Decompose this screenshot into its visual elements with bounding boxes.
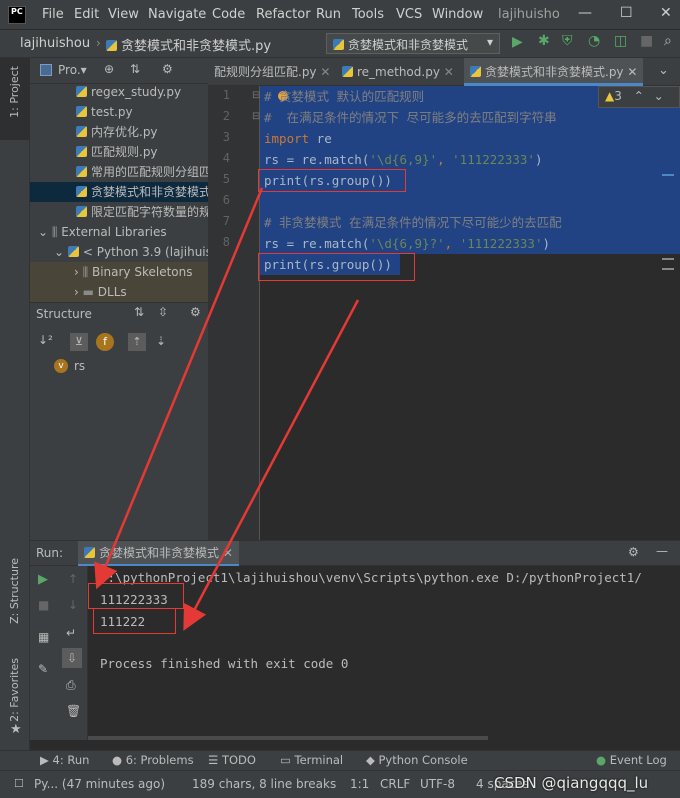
info-icon: ● — [112, 753, 126, 767]
status-message[interactable]: Py... (47 minutes ago) — [34, 777, 165, 791]
layout-toggle-icon[interactable]: ☐ — [14, 777, 24, 790]
tool-tab-python-console[interactable]: ◆ Python Console — [366, 753, 468, 767]
status-encoding[interactable]: UTF-8 — [420, 777, 455, 791]
tool-tab-terminal[interactable]: ▭ Terminal — [280, 753, 343, 767]
status-bar: ☐ Py... (47 minutes ago) 189 chars, 8 li… — [0, 770, 680, 798]
run-icon: ▶ — [40, 753, 53, 767]
annotation-arrows — [94, 187, 360, 631]
tool-tab-event-log[interactable]: ● Event Log — [596, 753, 667, 767]
bottom-tool-tabs: ▶ 4: Run ● 6: Problems ☰ TODO ▭ Terminal… — [0, 750, 680, 770]
arrow-line5-to-output1 — [94, 187, 264, 590]
csdn-watermark: CSDN @qiangqqq_lu — [494, 774, 649, 792]
tool-tab-todo[interactable]: ☰ TODO — [208, 753, 256, 767]
status-caret-position[interactable]: 1:1 — [350, 777, 369, 791]
list-icon: ☰ — [208, 753, 222, 767]
status-char-count: 189 chars, 8 line breaks — [192, 777, 337, 791]
arrow-line8-to-output2 — [183, 299, 360, 631]
python-console-icon: ◆ — [366, 753, 379, 767]
event-log-icon: ● — [596, 753, 610, 767]
tool-tab-problems[interactable]: ● 6: Problems — [112, 753, 194, 767]
tool-tab-run[interactable]: ▶ 4: Run — [40, 753, 89, 767]
terminal-icon: ▭ — [280, 753, 295, 767]
status-line-separator[interactable]: CRLF — [380, 777, 410, 791]
